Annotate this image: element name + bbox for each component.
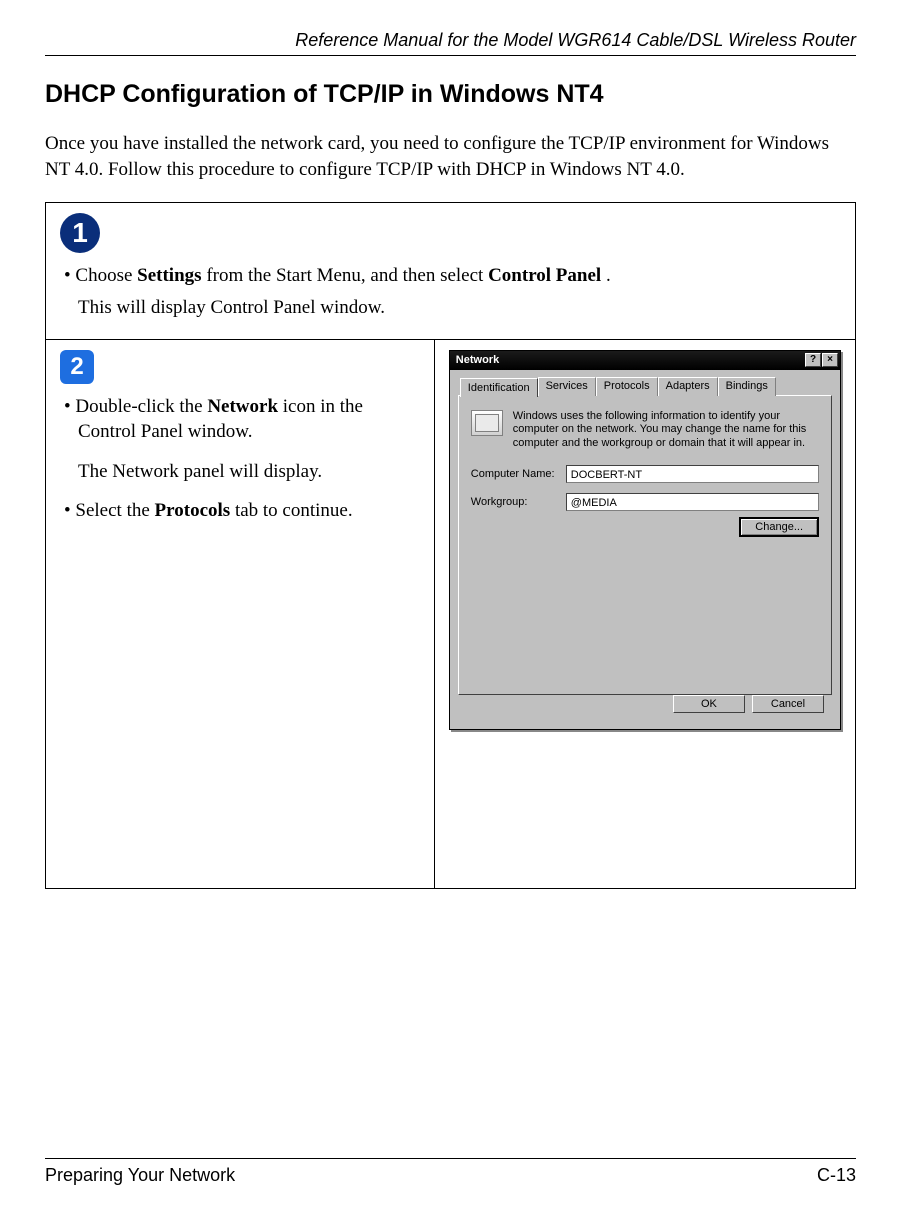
step-1-cell: 1 Choose Settings from the Start Menu, a… xyxy=(46,203,856,339)
step2-b2-bold: Protocols xyxy=(155,500,231,521)
ok-button[interactable]: OK xyxy=(673,695,745,713)
network-dialog: Network ? × Identification Services Prot… xyxy=(449,350,841,730)
step-badge-1: 1 xyxy=(60,213,100,253)
step-2-text-cell: 2 Double-click the Network icon in the C… xyxy=(46,339,435,889)
dialog-title: Network xyxy=(456,354,499,366)
step1-line2: This will display Control Panel window. xyxy=(78,295,841,321)
computer-name-label: Computer Name: xyxy=(471,468,566,480)
step2-after1: The Network panel will display. xyxy=(78,459,420,485)
dialog-titlebar[interactable]: Network ? × xyxy=(450,351,840,370)
computer-name-field[interactable]: DOCBERT-NT xyxy=(566,465,819,483)
step1-text-post: . xyxy=(606,265,611,286)
step1-bold-control-panel: Control Panel xyxy=(488,265,601,286)
page-title: DHCP Configuration of TCP/IP in Windows … xyxy=(45,80,856,109)
change-button[interactable]: Change... xyxy=(739,517,819,537)
help-button[interactable]: ? xyxy=(805,353,821,367)
rule-top xyxy=(45,55,856,56)
tab-panel-identification: Windows uses the following information t… xyxy=(458,395,832,695)
footer-page-number: C-13 xyxy=(817,1165,856,1186)
step1-bold-settings: Settings xyxy=(137,265,201,286)
identification-info-text: Windows uses the following information t… xyxy=(513,410,819,451)
intro-paragraph: Once you have installed the network card… xyxy=(45,131,856,182)
tab-identification[interactable]: Identification xyxy=(460,378,538,397)
close-button[interactable]: × xyxy=(822,353,838,367)
step2-b2-post: tab to continue. xyxy=(235,500,353,521)
footer-section: Preparing Your Network xyxy=(45,1165,235,1186)
manual-header: Reference Manual for the Model WGR614 Ca… xyxy=(45,30,856,51)
step1-bullet: Choose Settings from the Start Menu, and… xyxy=(78,263,841,289)
tab-protocols[interactable]: Protocols xyxy=(596,377,658,396)
step1-text-pre: Choose xyxy=(75,265,137,286)
step1-text-mid: from the Start Menu, and then select xyxy=(206,265,488,286)
steps-table: 1 Choose Settings from the Start Menu, a… xyxy=(45,202,856,889)
page-footer: Preparing Your Network C-13 xyxy=(45,1158,856,1186)
rule-bottom xyxy=(45,1158,856,1159)
tab-adapters[interactable]: Adapters xyxy=(658,377,718,396)
tab-bindings[interactable]: Bindings xyxy=(718,377,776,396)
tab-services[interactable]: Services xyxy=(538,377,596,396)
computer-icon xyxy=(471,410,503,436)
cancel-button[interactable]: Cancel xyxy=(752,695,824,713)
step2-b1-bold: Network xyxy=(207,396,278,417)
step2-bullet2: Select the Protocols tab to continue. xyxy=(78,498,420,524)
step2-b1-pre: Double-click the xyxy=(75,396,207,417)
workgroup-field[interactable]: @MEDIA xyxy=(566,493,819,511)
step-badge-2: 2 xyxy=(60,350,94,384)
tab-strip: Identification Services Protocols Adapte… xyxy=(458,376,832,395)
workgroup-label: Workgroup: xyxy=(471,496,566,508)
step2-b2-pre: Select the xyxy=(75,500,154,521)
step-2-image-cell: Network ? × Identification Services Prot… xyxy=(434,339,855,889)
step2-bullet1: Double-click the Network icon in the Con… xyxy=(78,394,420,445)
